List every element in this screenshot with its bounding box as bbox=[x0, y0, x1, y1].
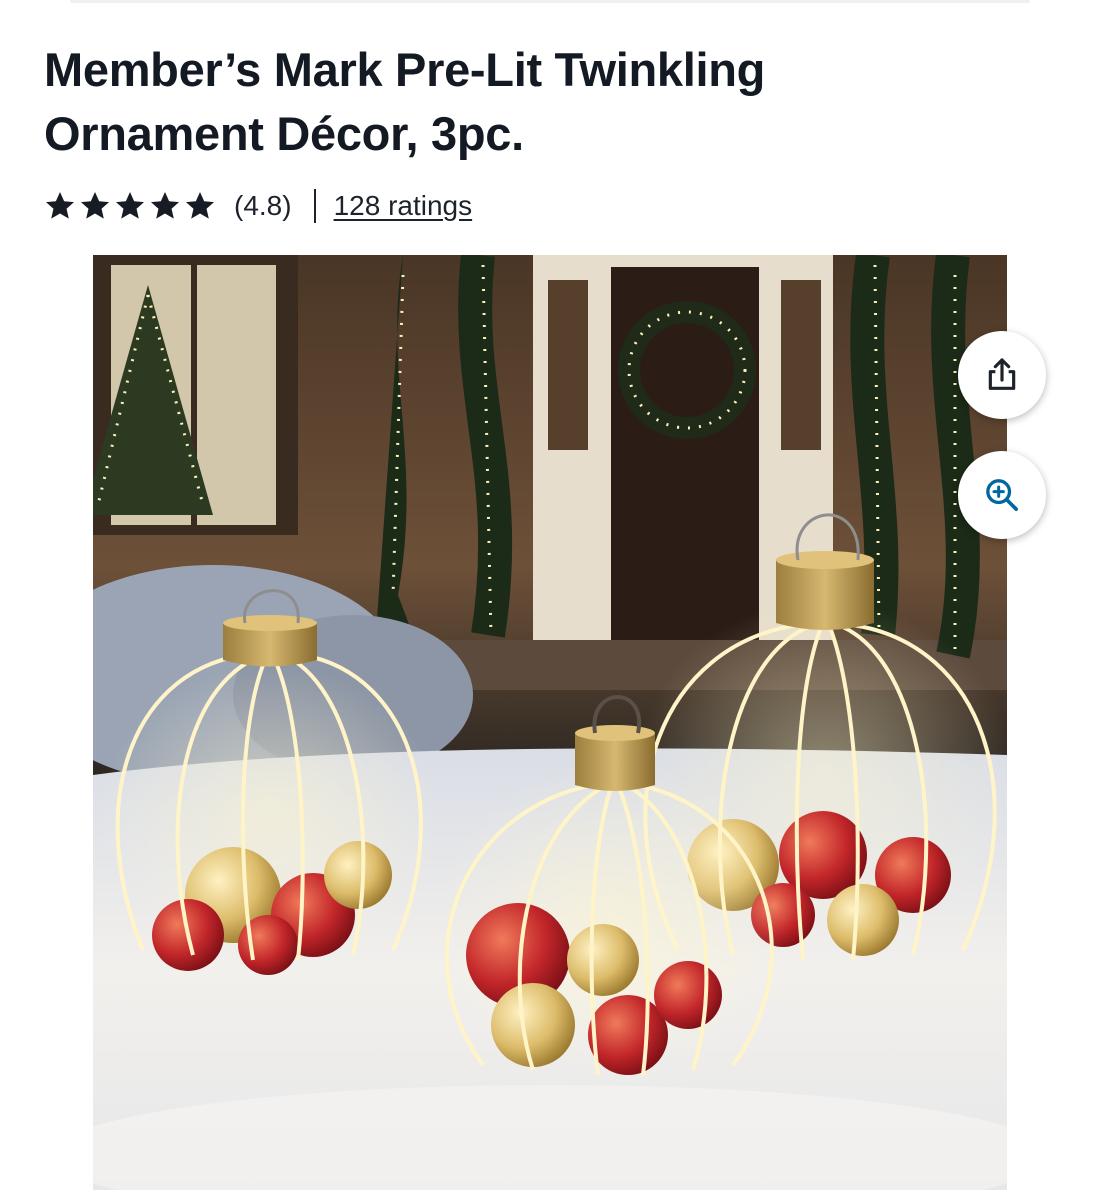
rating-divider bbox=[313, 189, 316, 223]
star-icon bbox=[116, 192, 144, 219]
product-photo bbox=[93, 255, 1007, 1190]
product-title: Member’s Mark Pre-Lit Twinkling Ornament… bbox=[44, 43, 766, 160]
zoom-in-icon bbox=[986, 479, 1018, 511]
star-icon bbox=[186, 192, 214, 219]
share-button[interactable] bbox=[958, 331, 1046, 419]
star-icon bbox=[151, 192, 179, 219]
star-icon bbox=[81, 192, 109, 219]
star-rating bbox=[44, 190, 216, 222]
share-icon bbox=[988, 358, 1016, 390]
product-image[interactable] bbox=[93, 255, 1007, 1190]
ratings-count-link[interactable]: 128 ratings bbox=[334, 190, 473, 222]
star-icon bbox=[46, 192, 74, 219]
rating-summary: (4.8) 128 ratings bbox=[44, 186, 472, 226]
zoom-button[interactable] bbox=[958, 451, 1046, 539]
rating-value: (4.8) bbox=[234, 190, 292, 221]
top-divider bbox=[70, 0, 1030, 3]
